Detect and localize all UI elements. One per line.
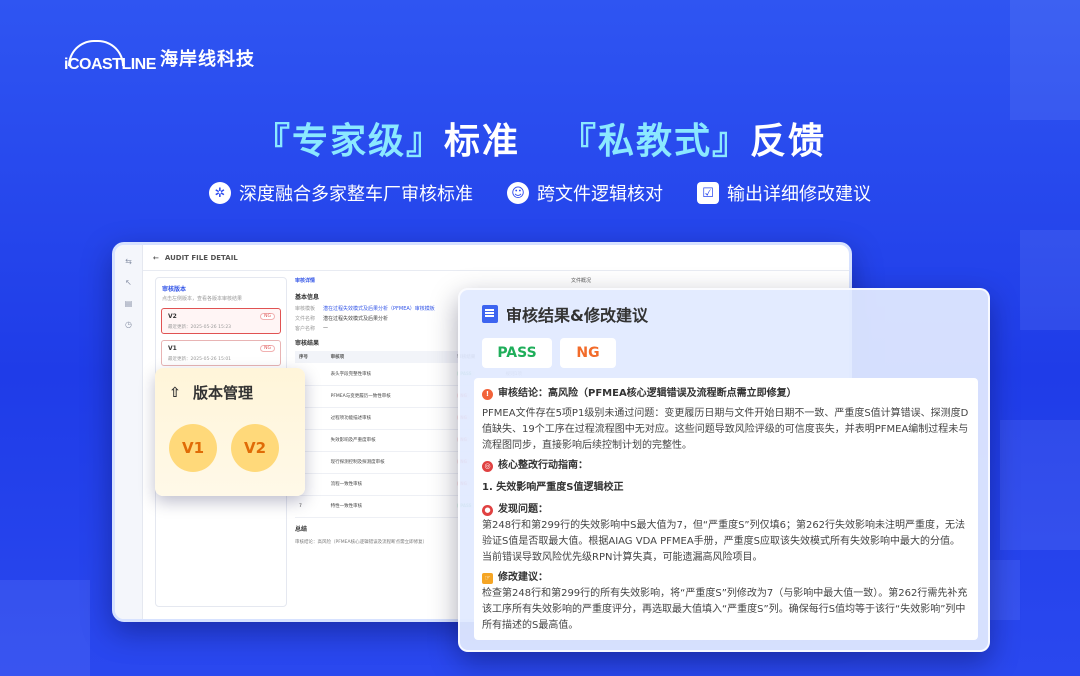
feature-list: ✲ 深度融合多家整车厂审核标准 ☺ 跨文件逻辑核对 ☑ 输出详细修改建议: [0, 180, 1080, 206]
found-title: 发现问题：: [498, 504, 548, 515]
feature-label: 跨文件逻辑核对: [537, 184, 663, 205]
fix-text: 检查第248行和第299行的所有失效影响，将“严重度S”列修改为7（与影响中最大…: [482, 588, 968, 631]
expand-icon[interactable]: ⇆: [115, 257, 142, 266]
fix-heading: ☞ 修改建议：: [482, 570, 970, 586]
logo-chinese: 海岸线科技: [160, 49, 255, 70]
version-management-title: ⇧ 版本管理: [167, 382, 253, 403]
audit-result-body: ! 审核结论：高风险（PFMEA核心逻辑错误及流程断点需立即修复） PFMEA文件…: [474, 378, 978, 640]
headline-part4: 反馈: [750, 121, 827, 162]
found-text: 第248行和第299行的失效影响中S最大值为7，但“严重度S”列仅填6；第262…: [482, 520, 966, 563]
version-management-card: ⇧ 版本管理 V1 V2: [155, 368, 305, 496]
row-item: 表头字段完整性审核: [326, 363, 454, 386]
target-icon: ◎: [482, 460, 493, 472]
ng-button[interactable]: NG: [560, 338, 616, 368]
headline-part3: 『私教式』: [560, 121, 751, 162]
window-title: AUDIT FILE DETAIL: [164, 253, 238, 262]
version-bubble-v2[interactable]: V2: [231, 424, 279, 472]
row-item: 过程项功能描述审核: [326, 407, 454, 430]
intro-text: PFMEA文件存在5项P1级别未通过问题：变更履历日期与文件开始日期不一致、严重…: [482, 408, 969, 451]
pass-button[interactable]: PASS: [482, 338, 552, 368]
history-icon[interactable]: ◷: [115, 320, 142, 329]
hand-icon: ☞: [482, 572, 493, 584]
pointer-icon[interactable]: ↖: [115, 278, 142, 287]
feature-item: ✲ 深度融合多家整车厂审核标准: [209, 180, 473, 206]
version-panel-title: 审核版本: [162, 286, 187, 293]
headline-part1: 『专家级』: [253, 121, 444, 162]
row-item: 特性一致性审核: [326, 495, 454, 518]
fix-title: 修改建议：: [498, 572, 548, 583]
audit-result-label: 审核结果&修改建议: [506, 306, 648, 325]
version-card-v2[interactable]: V2 NG 最近更新：2025-05-26 15:23: [161, 308, 281, 334]
version-management-label: 版本管理: [193, 384, 254, 402]
version-time: 最近更新：2025-05-26 15:23: [168, 325, 232, 330]
version-name: V1: [168, 345, 177, 352]
nav-rail: ⇆ ↖ ▤ ◷: [115, 245, 143, 619]
row-item: 失效影响及严重度审核: [326, 429, 454, 452]
audit-result-title: 审核结果&修改建议: [482, 302, 648, 326]
brand-logo: iCOASTLINE 海岸线科技: [64, 40, 255, 76]
robot-icon: ☺: [507, 182, 529, 204]
row-item: 流程一致性审核: [326, 473, 454, 496]
conclusion-heading: ! 审核结论：高风险（PFMEA核心逻辑错误及流程断点需立即修复）: [482, 386, 970, 402]
version-name: V2: [168, 313, 177, 320]
upload-icon: ⇧: [169, 384, 181, 401]
conclusion-text: 审核结论：高风险（PFMEA核心逻辑错误及流程断点需立即修复）: [498, 388, 797, 399]
version-time: 最近更新：2025-05-26 15:01: [168, 357, 232, 362]
logo-mark: iCOASTLINE: [64, 40, 156, 76]
document-icon[interactable]: ▤: [115, 299, 142, 308]
bg-square: [0, 580, 90, 676]
checklist-icon: ☑: [697, 182, 719, 204]
row-item: 现行探测控制及探测度审核: [326, 451, 454, 474]
headline-part2: 标准: [443, 121, 520, 162]
item-heading: 1. 失效影响严重度S值逻辑校正: [482, 482, 624, 493]
network-icon: ✲: [209, 182, 231, 204]
version-panel-subtitle: 点击左侧版本，查看各版本审核结果: [162, 296, 243, 302]
content-title: 审核详情: [295, 278, 316, 284]
document-icon: [482, 305, 498, 323]
alarm-icon: !: [482, 388, 493, 400]
feature-item: ☺ 跨文件逻辑核对: [507, 180, 663, 206]
status-badge: NG: [260, 345, 275, 352]
version-bubble-v1[interactable]: V1: [169, 424, 217, 472]
guide-text: 核心整改行动指南：: [498, 460, 588, 471]
version-card-v1[interactable]: V1 NG 最近更新：2025-05-26 15:01: [161, 340, 281, 366]
bg-square: [1020, 230, 1080, 330]
feature-label: 深度融合多家整车厂审核标准: [239, 184, 473, 205]
found-heading: ● 发现问题：: [482, 502, 970, 518]
column-header: 审核项: [326, 351, 454, 363]
bg-square: [1000, 420, 1080, 550]
feature-item: ☑ 输出详细修改建议: [697, 180, 871, 206]
window-header: ← AUDIT FILE DETAIL: [143, 245, 849, 271]
bg-square: [1010, 0, 1080, 120]
feature-label: 输出详细修改建议: [727, 184, 871, 205]
logo-english: iCOASTLINE: [64, 56, 156, 73]
status-badge: NG: [260, 313, 275, 320]
audit-result-card: 审核结果&修改建议 PASS NG ! 审核结论：高风险（PFMEA核心逻辑错误及…: [458, 288, 990, 652]
guide-heading: ◎ 核心整改行动指南：: [482, 458, 970, 474]
row-item: PFMEA与变更履历一致性审核: [326, 385, 454, 408]
back-button[interactable]: ←: [153, 254, 159, 262]
headline: 『专家级』标准 『私教式』反馈: [0, 112, 1080, 164]
issue-icon: ●: [482, 504, 493, 516]
column-header: 序号: [295, 351, 327, 363]
row-number: 7: [295, 495, 327, 518]
